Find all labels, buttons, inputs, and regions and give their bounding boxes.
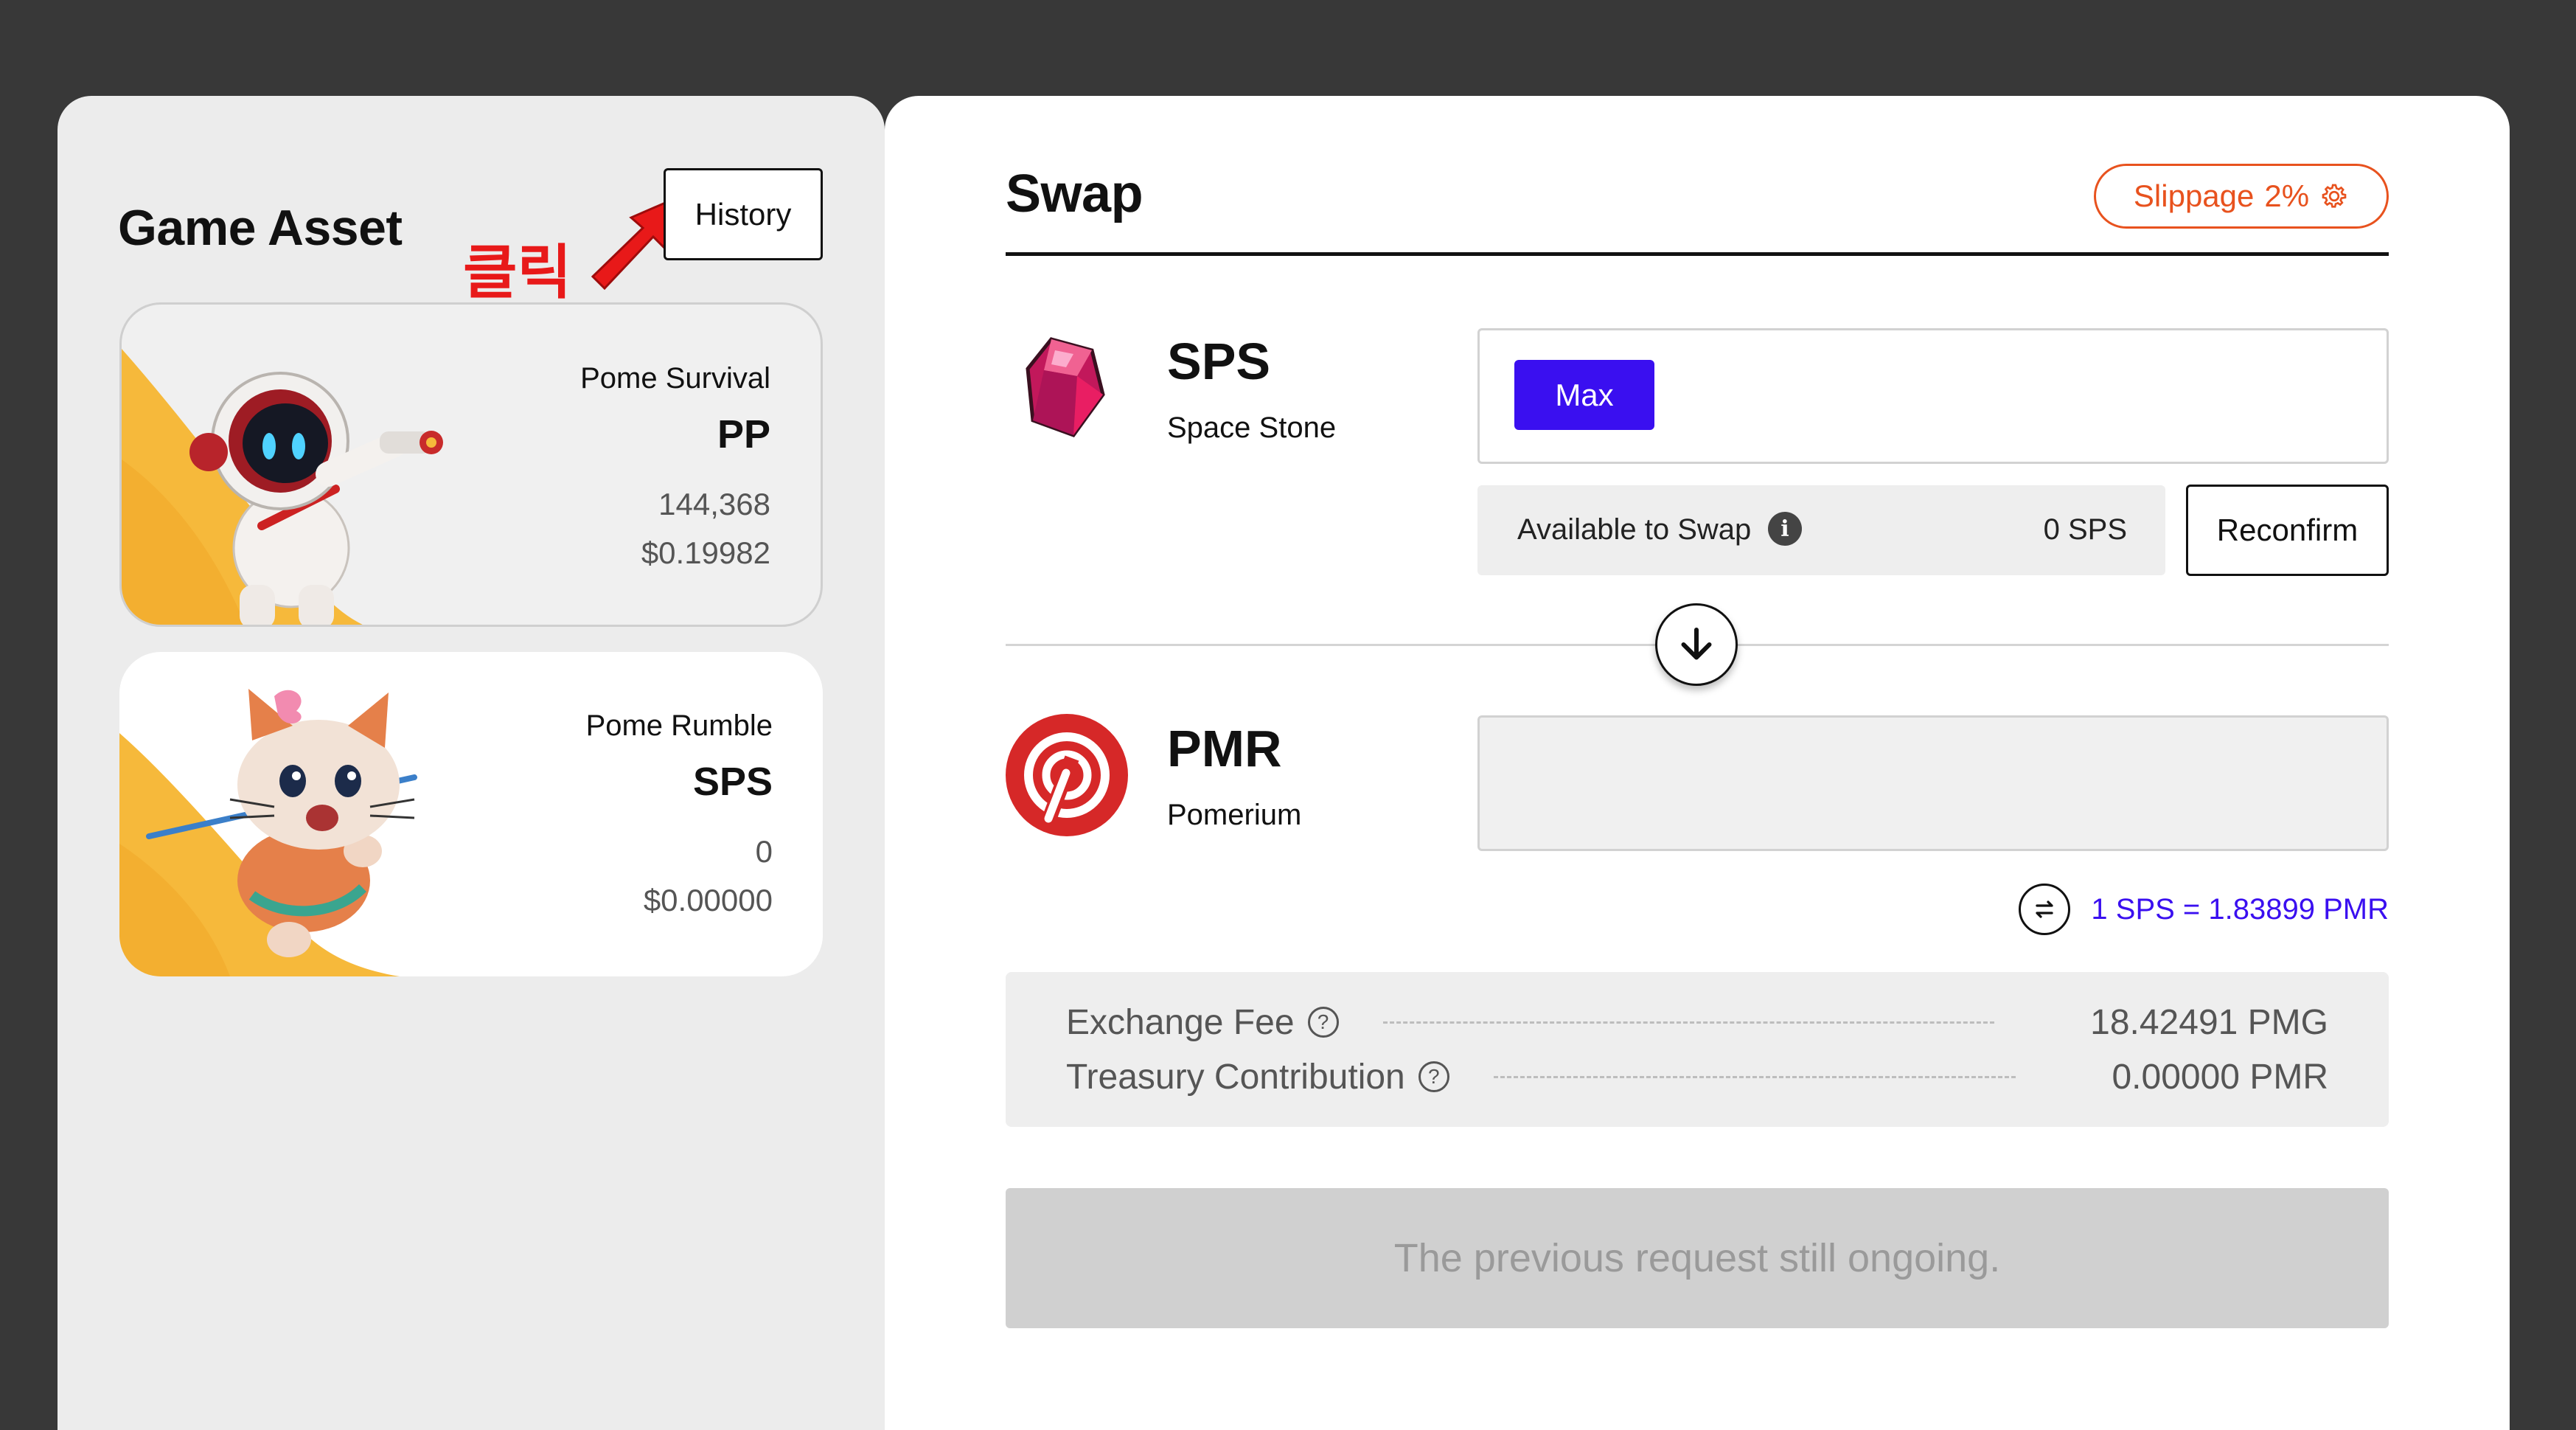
app-root: Game Asset 클릭 History Pome Survival PP 1… (0, 0, 2576, 1430)
fee-row-treasury: Treasury Contribution ? 0.00000 PMR (1066, 1055, 2328, 1099)
swap-arrows-icon[interactable] (2019, 884, 2071, 935)
available-label: Available to Swap (1517, 513, 1752, 546)
fee-label: Treasury Contribution (1066, 1057, 1405, 1097)
history-button[interactable]: History (664, 168, 823, 260)
swap-direction-button[interactable] (1655, 603, 1738, 686)
game-asset-title: Game Asset (118, 200, 403, 256)
fee-label: Exchange Fee (1066, 1002, 1295, 1042)
pmr-token-icon (1006, 714, 1128, 836)
help-icon[interactable]: ? (1307, 1007, 1339, 1038)
from-token-symbol: SPS (1167, 333, 1271, 390)
reconfirm-button[interactable]: Reconfirm (2186, 485, 2389, 576)
card-token-usd: $0.00000 (643, 883, 773, 917)
astronaut-character-illustration (122, 349, 443, 625)
card-info: Pome Survival PP 144,368 $0.19982 (580, 362, 770, 571)
card-game-name: Pome Rumble (585, 709, 773, 742)
available-to-swap-box: Available to Swap i 0 SPS (1477, 485, 2165, 575)
card-token-usd: $0.19982 (641, 535, 770, 570)
slippage-value: 2% (2264, 178, 2310, 213)
info-icon[interactable]: i (1768, 512, 1802, 546)
exchange-rate-row: 1 SPS = 1.83899 PMR (2019, 884, 2389, 935)
sps-gem-icon (1026, 337, 1105, 437)
to-amount-output (1477, 715, 2389, 851)
swap-header-divider (1006, 252, 2389, 256)
to-token-symbol: PMR (1167, 720, 1282, 777)
card-info: Pome Rumble SPS 0 $0.00000 (586, 709, 773, 918)
card-game-name: Pome Survival (580, 362, 770, 395)
gear-icon (2322, 184, 2347, 208)
card-token-amount: 144,368 (658, 487, 770, 521)
cat-character-illustration (119, 689, 417, 976)
fee-dotted-leader (1493, 1075, 2016, 1078)
fee-value: 0.00000 PMR (2112, 1057, 2328, 1097)
slippage-button[interactable]: Slippage 2% (2094, 164, 2389, 229)
help-icon[interactable]: ? (1418, 1061, 1449, 1092)
fee-row-exchange: Exchange Fee ? 18.42491 PMG (1066, 1000, 2328, 1044)
exchange-rate-text: 1 SPS = 1.83899 PMR (2091, 892, 2389, 926)
slippage-label: Slippage (2133, 178, 2255, 213)
max-button[interactable]: Max (1514, 360, 1654, 430)
swap-submit-button-disabled: The previous request still ongoing. (1006, 1188, 2389, 1328)
click-annotation-label: 클릭 (463, 238, 572, 307)
available-value: 0 SPS (2043, 513, 2127, 546)
fee-dotted-leader (1382, 1021, 1995, 1024)
asset-card-pome-rumble[interactable]: Pome Rumble SPS 0 $0.00000 (119, 652, 823, 976)
card-token-symbol: PP (717, 412, 770, 457)
card-token-amount: 0 (755, 834, 773, 869)
asset-card-pome-survival[interactable]: Pome Survival PP 144,368 $0.19982 (119, 302, 823, 627)
fee-value: 18.42491 PMG (2090, 1002, 2328, 1042)
from-token-name: Space Stone (1167, 412, 1337, 444)
to-token-name: Pomerium (1167, 799, 1302, 831)
arrow-down-icon (1681, 628, 1712, 660)
swap-title: Swap (1006, 164, 1143, 223)
fee-summary-box: Exchange Fee ? 18.42491 PMG Treasury Con… (1006, 972, 2389, 1127)
card-token-symbol: SPS (692, 760, 773, 804)
